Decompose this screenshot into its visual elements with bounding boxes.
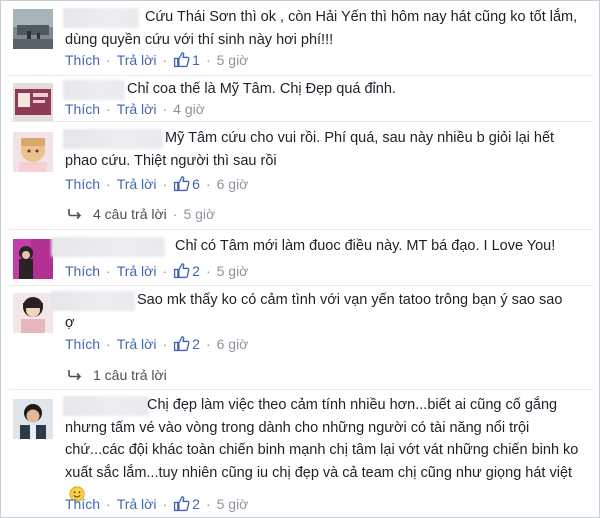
reply-link[interactable]: Trả lời [117, 263, 157, 279]
like-link[interactable]: Thích [65, 496, 100, 512]
thumbs-up-icon[interactable] [173, 51, 190, 68]
like-link[interactable]: Thích [65, 176, 100, 192]
thumbs-up-icon[interactable] [173, 495, 190, 512]
comment-text: Cứu Thái Sơn thì ok , còn Hải Yến thì hô… [65, 9, 578, 48]
timestamp[interactable]: 4 giờ [173, 101, 205, 117]
comment-text: Chỉ có Tâm mới làm đuoc điều này. MT bá … [175, 238, 556, 254]
like-link[interactable]: Thích [65, 263, 100, 279]
comment-text: Chị đẹp làm việc theo cảm tính nhiều hơn… [65, 397, 579, 481]
like-link[interactable]: Thích [65, 101, 100, 117]
like-count[interactable]: 2 [192, 263, 200, 279]
like-link[interactable]: Thích [65, 336, 100, 352]
like-count[interactable]: 2 [192, 336, 200, 352]
reply-arrow-icon [68, 209, 82, 220]
thumbs-up-icon[interactable] [173, 335, 190, 352]
divider [9, 121, 593, 122]
divider [9, 229, 593, 230]
timestamp[interactable]: 6 giờ [217, 176, 249, 192]
avatar[interactable] [13, 9, 53, 49]
like-count[interactable]: 1 [192, 52, 200, 68]
timestamp[interactable]: 5 giờ [217, 263, 249, 279]
replies-count[interactable]: 1 câu trả lời [93, 367, 167, 383]
timestamp[interactable]: 5 giờ [217, 496, 249, 512]
thumbs-up-icon[interactable] [173, 262, 190, 279]
timestamp[interactable]: 5 giờ [217, 52, 249, 68]
comment-thread: Cứu Thái Sơn thì ok , còn Hải Yến thì hô… [0, 0, 600, 518]
comment-text: Chỉ coa thế là Mỹ Tâm. Chị Đẹp quá đỉnh. [127, 81, 396, 97]
reply-link[interactable]: Trả lời [117, 336, 157, 352]
avatar[interactable] [13, 132, 53, 172]
divider [9, 389, 593, 390]
avatar[interactable] [13, 399, 53, 439]
reply-link[interactable]: Trả lời [117, 496, 157, 512]
reply-arrow-icon [68, 370, 82, 381]
view-replies[interactable]: 4 câu trả lời · 5 giờ [67, 206, 215, 222]
like-count[interactable]: 2 [192, 496, 200, 512]
divider [9, 285, 593, 286]
view-replies[interactable]: 1 câu trả lời [67, 367, 167, 383]
replies-count[interactable]: 4 câu trả lời [93, 206, 167, 222]
replies-timestamp: 5 giờ [183, 206, 216, 222]
avatar[interactable] [13, 83, 53, 121]
reply-link[interactable]: Trả lời [117, 52, 157, 68]
reply-link[interactable]: Trả lời [117, 101, 157, 117]
comment-text: Sao mk thấy ko có cảm tình với vạn yến t… [65, 292, 563, 331]
reply-link[interactable]: Trả lời [117, 176, 157, 192]
comment-text: Mỹ Tâm cứu cho vui rồi. Phí quá, sau này… [65, 130, 555, 169]
like-count[interactable]: 6 [192, 176, 200, 192]
avatar[interactable] [13, 293, 53, 333]
avatar[interactable] [13, 239, 53, 279]
divider [9, 75, 593, 76]
timestamp[interactable]: 6 giờ [217, 336, 249, 352]
thumbs-up-icon[interactable] [173, 175, 190, 192]
like-link[interactable]: Thích [65, 52, 100, 68]
